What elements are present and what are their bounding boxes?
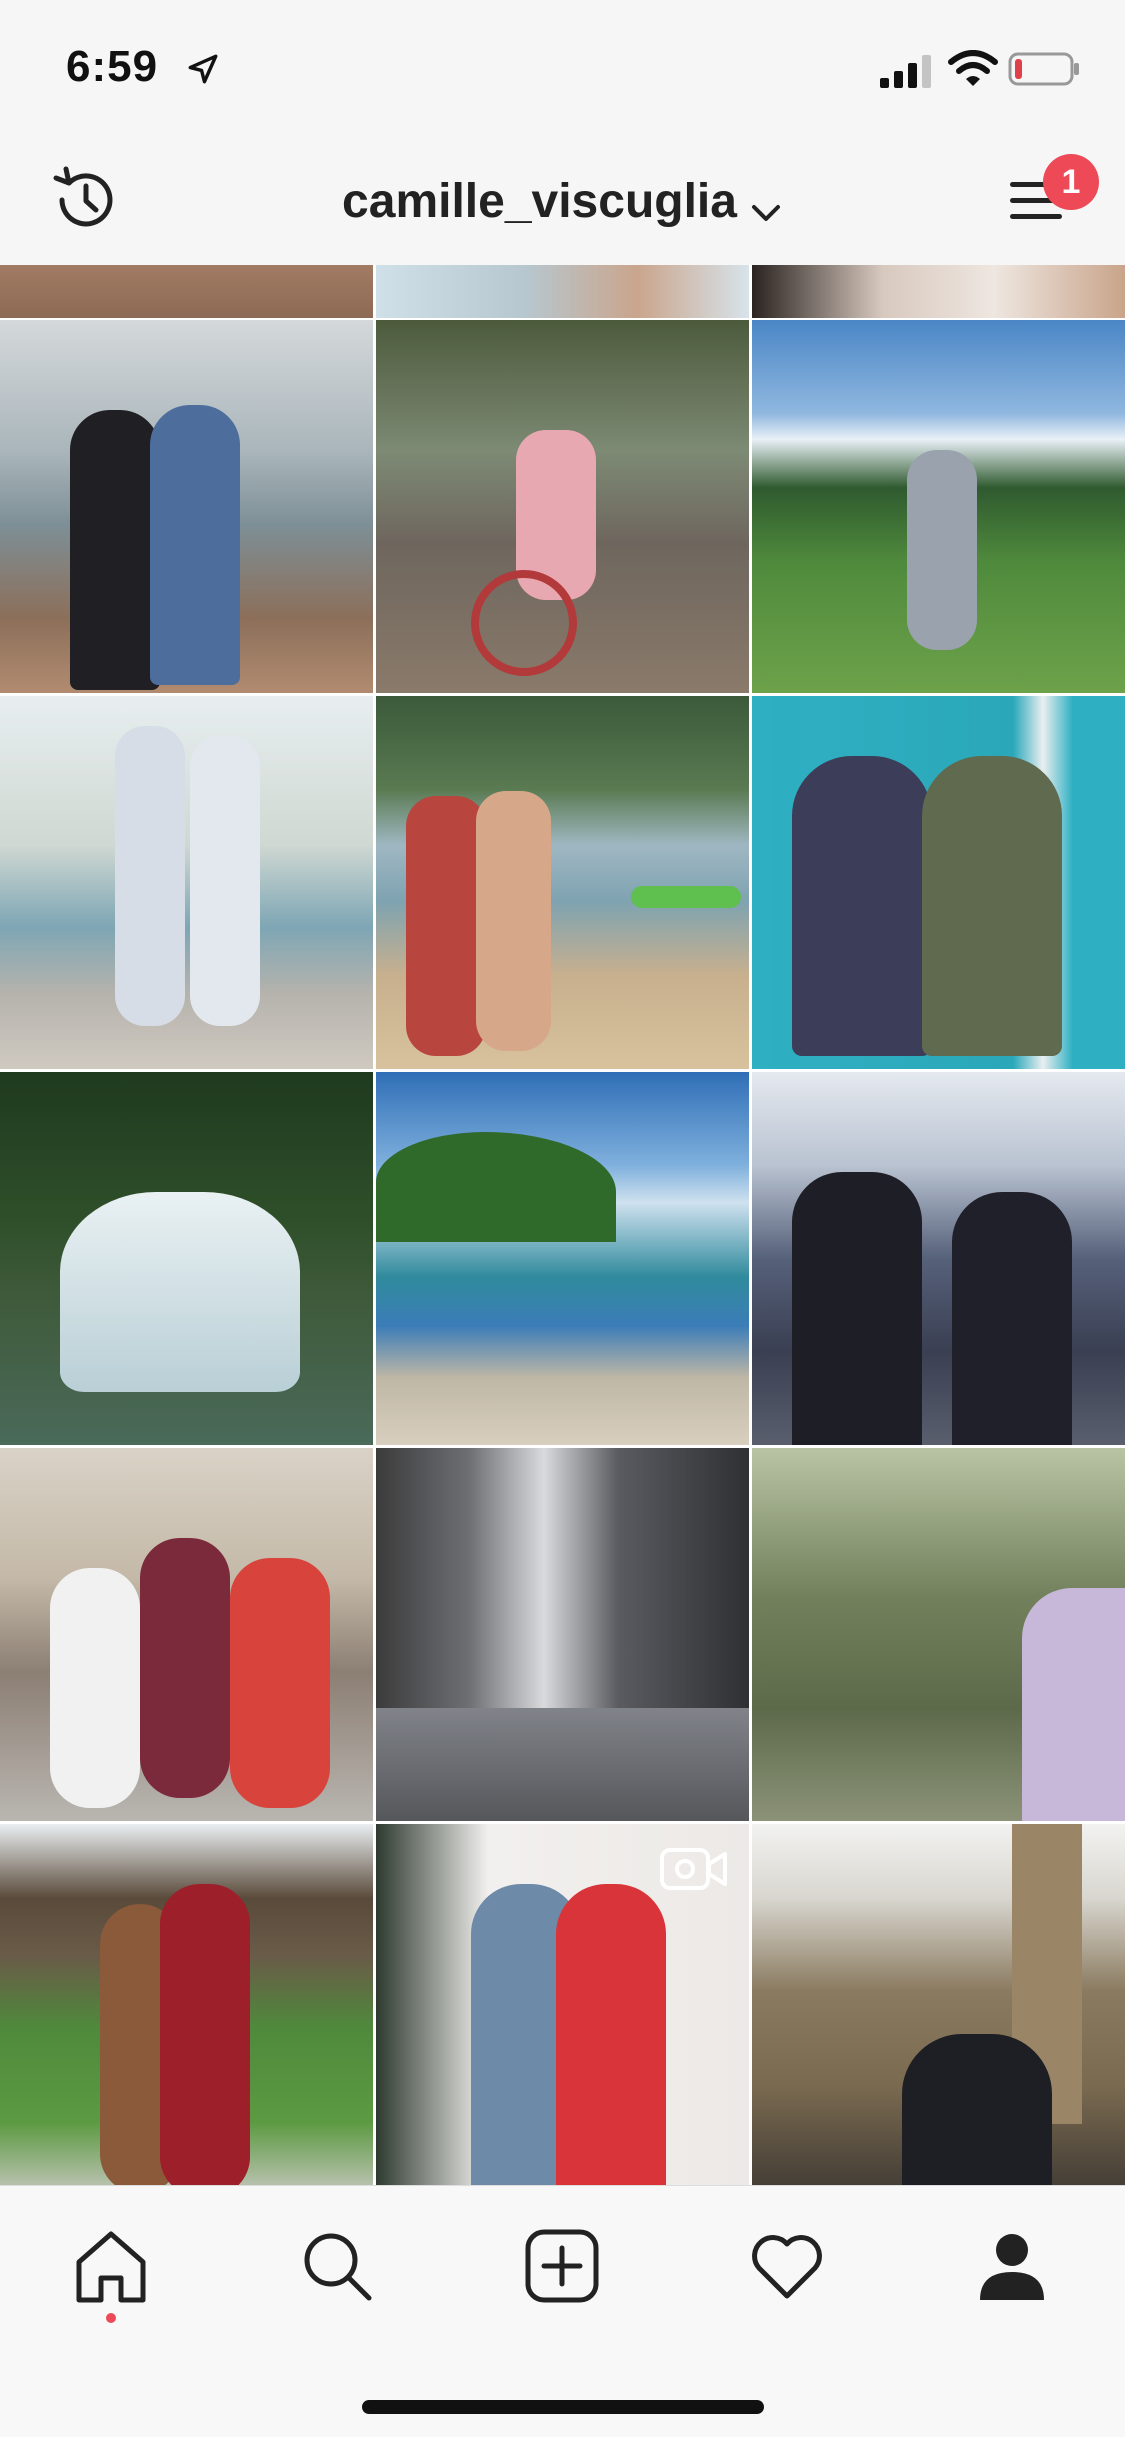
home-icon[interactable] [71, 2226, 151, 2306]
grid-photo[interactable] [0, 265, 373, 318]
grid-photo[interactable] [0, 320, 373, 693]
grid-photo[interactable] [752, 265, 1125, 318]
notification-badge: 1 [1043, 154, 1099, 210]
profile-username: camille_viscuglia [342, 175, 737, 228]
grid-photo[interactable] [376, 1072, 749, 1445]
grid-photo[interactable] [376, 696, 749, 1069]
wifi-icon [948, 50, 998, 86]
account-switcher[interactable]: camille_viscuglia [0, 174, 1125, 229]
grid-photo[interactable] [0, 1072, 373, 1445]
battery-low-icon [1008, 52, 1079, 86]
grid-photo[interactable] [752, 696, 1125, 1069]
grid-photo[interactable] [752, 1824, 1125, 2185]
grid-photo[interactable] [376, 320, 749, 693]
grid-photo[interactable] [752, 320, 1125, 693]
status-time: 6:59 [66, 42, 159, 91]
grid-photo[interactable] [0, 1824, 373, 2185]
grid-photo[interactable] [376, 1448, 749, 1821]
location-arrow-icon [188, 54, 218, 84]
new-post-icon[interactable] [522, 2226, 602, 2306]
grid-photo[interactable] [0, 696, 373, 1069]
profile-header: camille_viscuglia 1 [0, 140, 1125, 265]
video-icon [660, 1848, 727, 1890]
bottom-tab-bar [0, 2185, 1125, 2437]
chevron-down-icon [751, 204, 780, 221]
profile-icon[interactable] [972, 2226, 1052, 2306]
grid-photo[interactable] [376, 265, 749, 318]
grid-photo[interactable] [0, 1448, 373, 1821]
status-bar: 6:59 [0, 0, 1125, 140]
home-indicator [362, 2400, 764, 2414]
activity-heart-icon[interactable] [747, 2226, 827, 2306]
grid-photo[interactable] [376, 1824, 749, 2185]
grid-photo[interactable] [752, 1448, 1125, 1821]
grid-photo[interactable] [752, 1072, 1125, 1445]
signal-icon [880, 55, 931, 88]
photo-grid [0, 265, 1125, 2185]
active-tab-indicator [106, 2313, 116, 2323]
search-icon[interactable] [297, 2226, 377, 2306]
